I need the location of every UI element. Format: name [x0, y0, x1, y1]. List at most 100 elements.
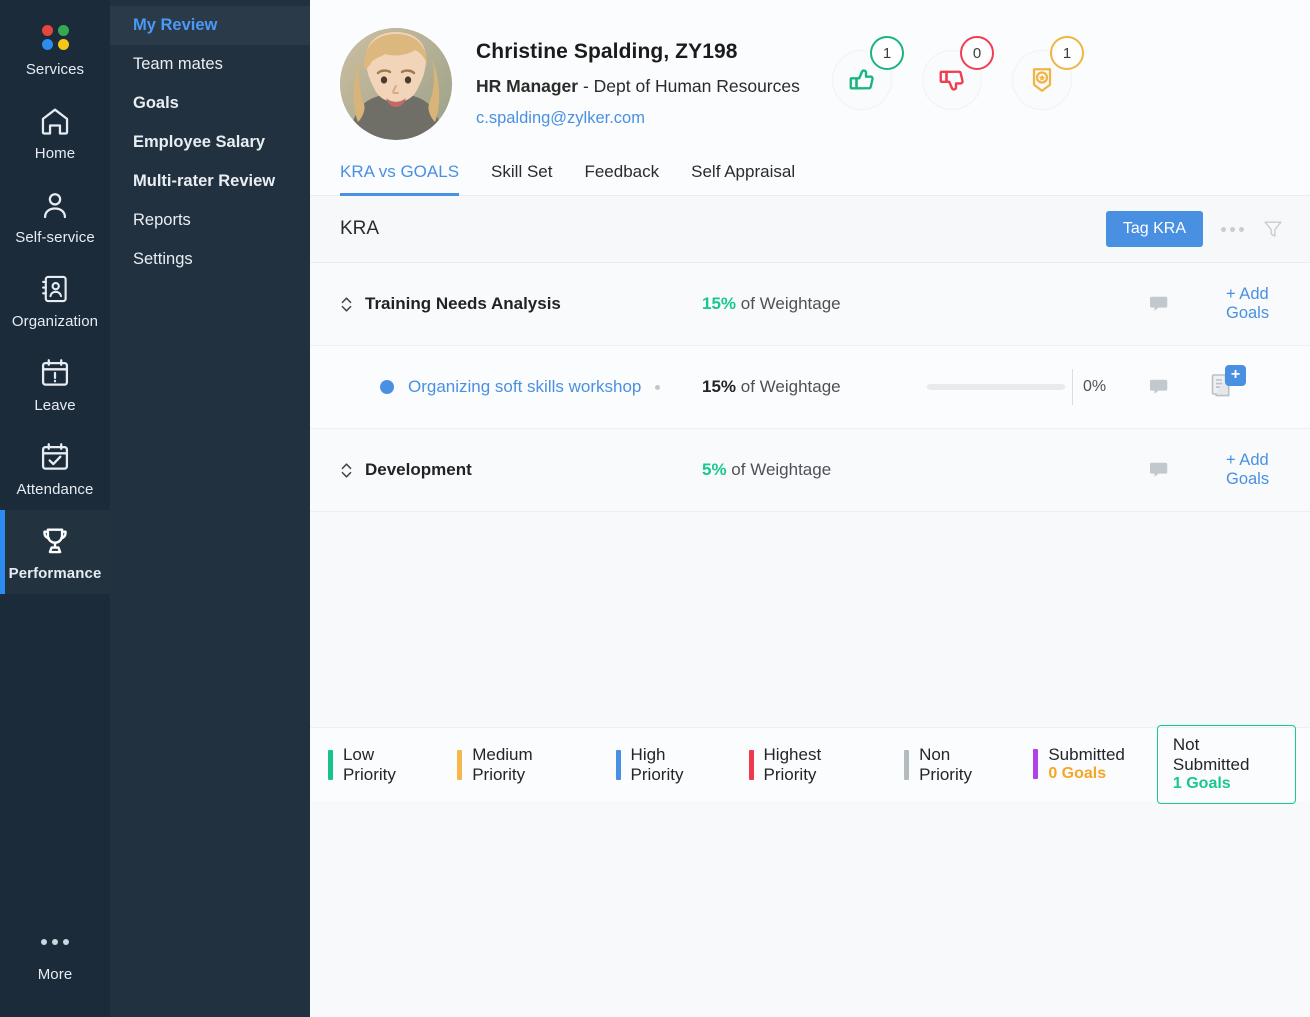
kra-title: Development: [365, 460, 472, 480]
page-title: Christine Spalding, ZY198: [476, 40, 832, 64]
legend-label: Highest Priority: [764, 745, 879, 785]
kra-toolbar: KRA Tag KRA: [310, 196, 1310, 263]
kra-actions: + Add Goals: [1208, 285, 1284, 323]
profile-header: Christine Spalding, ZY198 HR Manager - D…: [310, 0, 1310, 140]
goal-progress: 0%: [927, 369, 1112, 405]
rail-item-services[interactable]: Services: [0, 6, 110, 90]
subnav-item-goals[interactable]: Goals: [110, 84, 310, 123]
rail-item-attendance[interactable]: Attendance: [0, 426, 110, 510]
kra-title: Training Needs Analysis: [365, 294, 561, 314]
goal-name-cell: Organizing soft skills workshop: [340, 377, 702, 397]
legend-item-high-priority: High Priority: [616, 745, 723, 785]
kra-actions: + Add Goals: [1208, 451, 1284, 489]
submitted-label: Submitted: [1048, 745, 1125, 765]
tag-kra-button[interactable]: Tag KRA: [1106, 211, 1203, 247]
rail-label: Self-service: [15, 229, 95, 246]
goal-row: Organizing soft skills workshop 15% of W…: [310, 346, 1310, 429]
legend-label: Medium Priority: [472, 745, 589, 785]
rail-item-self-service[interactable]: Self-service: [0, 174, 110, 258]
subnav-item-my-review[interactable]: My Review: [110, 6, 310, 45]
calendar-alert-icon: [38, 356, 72, 390]
plus-badge: +: [1225, 365, 1246, 386]
weightage-pct: 5%: [702, 460, 727, 479]
comment-icon[interactable]: [1112, 460, 1208, 480]
thumbs-down-badge[interactable]: 0: [922, 50, 982, 110]
tab-kra-vs-goals[interactable]: KRA vs GOALS: [340, 162, 459, 195]
legend-label: High Priority: [631, 745, 723, 785]
kra-section-title: KRA: [340, 218, 1106, 240]
rail-label: More: [38, 966, 73, 983]
kra-weightage: 5% of Weightage: [702, 460, 927, 480]
subnav-item-settings[interactable]: Settings: [110, 240, 310, 279]
progress-divider: [1072, 369, 1073, 405]
add-goals-button[interactable]: + Add Goals: [1226, 451, 1284, 489]
kra-name-cell: Development: [340, 460, 702, 480]
priority-bar-icon: [749, 750, 754, 780]
avatar: [340, 28, 452, 140]
secondary-nav: My Review Team mates Goals Employee Sala…: [110, 0, 310, 1017]
add-goals-button[interactable]: + Add Goals: [1226, 285, 1284, 323]
primary-icon-rail: Services Home Self-service: [0, 0, 110, 1017]
role-title: HR Manager: [476, 76, 578, 96]
thumbs-up-count: 1: [870, 36, 904, 70]
legend-item-medium-priority: Medium Priority: [457, 745, 589, 785]
person-role: HR Manager - Dept of Human Resources: [476, 76, 832, 97]
rail-item-leave[interactable]: Leave: [0, 342, 110, 426]
tab-feedback[interactable]: Feedback: [584, 162, 659, 195]
rail-label: Leave: [34, 397, 75, 414]
comment-icon[interactable]: [1112, 377, 1208, 397]
goal-weightage: 15% of Weightage: [702, 377, 927, 397]
submitted-bar-icon: [1033, 749, 1038, 779]
kra-name-cell: Training Needs Analysis: [340, 294, 702, 314]
subnav-item-reports[interactable]: Reports: [110, 201, 310, 240]
ellipsis-icon: [38, 925, 72, 959]
goal-separator-dot: [655, 385, 660, 390]
kra-row: Training Needs Analysis 15% of Weightage…: [310, 263, 1310, 346]
kra-weightage: 15% of Weightage: [702, 294, 927, 314]
rail-item-home[interactable]: Home: [0, 90, 110, 174]
thumbs-up-badge[interactable]: 1: [832, 50, 892, 110]
award-badge[interactable]: 1: [1012, 50, 1072, 110]
rail-label: Performance: [9, 565, 102, 582]
subnav-item-team-mates[interactable]: Team mates: [110, 45, 310, 84]
tab-skill-set[interactable]: Skill Set: [491, 162, 552, 195]
weightage-pct: 15%: [702, 294, 736, 313]
award-count: 1: [1050, 36, 1084, 70]
rail-label: Attendance: [17, 481, 94, 498]
rail-item-more[interactable]: More: [0, 911, 110, 1017]
thumbs-down-count: 0: [960, 36, 994, 70]
home-icon: [38, 104, 72, 138]
goal-title-link[interactable]: Organizing soft skills workshop: [408, 377, 641, 397]
sort-toggle-icon[interactable]: [340, 296, 356, 313]
priority-dot-icon: [380, 380, 394, 394]
email-link[interactable]: c.spalding@zylker.com: [476, 109, 832, 128]
tab-self-appraisal[interactable]: Self Appraisal: [691, 162, 795, 195]
calendar-check-icon: [38, 440, 72, 474]
priority-bar-icon: [328, 750, 333, 780]
subnav-item-employee-salary[interactable]: Employee Salary: [110, 123, 310, 162]
weightage-suffix: of Weightage: [727, 460, 832, 479]
funnel-filter-icon[interactable]: [1262, 218, 1284, 240]
weightage-suffix: of Weightage: [736, 377, 841, 396]
legend-item-not-submitted[interactable]: Not Submitted 1 Goals: [1157, 725, 1296, 804]
comment-icon[interactable]: [1112, 294, 1208, 314]
tab-bar: KRA vs GOALS Skill Set Feedback Self App…: [310, 140, 1310, 196]
add-attachment-icon[interactable]: +: [1208, 372, 1238, 402]
app-root: Services Home Self-service: [0, 0, 1310, 1017]
legend-label: Non Priority: [919, 745, 1007, 785]
rail-item-organization[interactable]: Organization: [0, 258, 110, 342]
person-info: Christine Spalding, ZY198 HR Manager - D…: [476, 28, 832, 128]
not-submitted-count: 1 Goals: [1173, 775, 1280, 794]
trophy-icon: [38, 524, 72, 558]
weightage-pct: 15%: [702, 377, 736, 396]
legend-item-submitted[interactable]: Submitted 0 Goals: [1033, 745, 1125, 784]
sort-toggle-icon[interactable]: [340, 462, 356, 479]
rail-item-performance[interactable]: Performance: [0, 510, 110, 594]
progress-bar[interactable]: [927, 384, 1065, 390]
legend-item-non-priority: Non Priority: [904, 745, 1007, 785]
priority-legend: Low Priority Medium Priority High Priori…: [310, 727, 1310, 801]
rail-label: Home: [35, 145, 75, 162]
kebab-menu-icon[interactable]: [1221, 227, 1244, 232]
subnav-item-multi-rater-review[interactable]: Multi-rater Review: [110, 162, 310, 201]
user-icon: [38, 188, 72, 222]
